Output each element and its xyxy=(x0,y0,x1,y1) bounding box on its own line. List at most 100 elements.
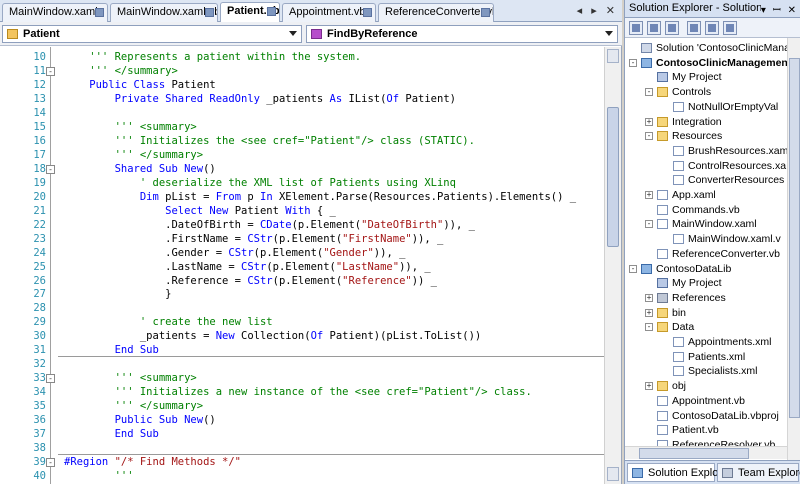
tab-appointment-vb[interactable]: Appointment.vb xyxy=(282,3,376,22)
code-line[interactable]: 14 xyxy=(0,106,604,120)
tree-item[interactable]: Appointments.xml xyxy=(661,335,787,350)
tree-item[interactable]: Commands.vb xyxy=(645,203,787,218)
tree-item[interactable]: Appointment.vb xyxy=(645,394,787,409)
collapse-icon[interactable]: - xyxy=(645,132,653,141)
code-line[interactable]: 25 .LastName = CStr(p.Element("LastName"… xyxy=(0,260,604,274)
collapse-icon[interactable]: - xyxy=(645,323,653,332)
editor-vertical-scrollbar[interactable] xyxy=(604,47,621,484)
tree-item[interactable]: - Controls xyxy=(645,85,787,100)
expand-icon[interactable]: + xyxy=(645,117,653,126)
collapse-icon[interactable]: - xyxy=(46,164,55,174)
expand-icon[interactable]: + xyxy=(645,382,653,391)
tab-patient-vb[interactable]: Patient.vb xyxy=(220,2,280,23)
tree-item[interactable]: - ContosoDataLib xyxy=(629,262,787,277)
code-line[interactable]: 16 ''' Initializes the <see cref="Patien… xyxy=(0,134,604,148)
code-line[interactable]: 33- ''' <summary> xyxy=(0,371,604,385)
collapse-icon[interactable]: - xyxy=(629,264,637,273)
tab-solution-explorer[interactable]: Solution Explo... xyxy=(627,463,728,482)
code-line[interactable]: 35 ''' </summary> xyxy=(0,399,604,413)
code-line[interactable]: 13 Private Shared ReadOnly _patients As … xyxy=(0,92,604,106)
tree-item[interactable]: + References xyxy=(645,291,787,306)
expand-icon[interactable]: + xyxy=(645,308,653,317)
collapse-icon[interactable]: - xyxy=(46,458,55,468)
code-line[interactable]: 22 .DateOfBirth = CDate(p.Element("DateO… xyxy=(0,218,604,232)
tree-item[interactable]: MainWindow.xaml.v xyxy=(661,232,787,247)
member-dropdown[interactable]: FindByReference xyxy=(306,25,618,43)
code-line[interactable]: 38 xyxy=(0,441,604,455)
tree-item[interactable]: + bin xyxy=(645,306,787,321)
code-line[interactable]: 23 .FirstName = CStr(p.Element("FirstNam… xyxy=(0,232,604,246)
view-code-button[interactable] xyxy=(687,21,701,35)
tree-item[interactable]: - ContosoClinicManagemen xyxy=(629,56,787,71)
class-diagram-button[interactable] xyxy=(723,21,737,35)
tab-mainwindow-xaml-vb[interactable]: MainWindow.xaml.vb xyxy=(110,3,218,22)
tree-item[interactable]: ReferenceConverter.vb xyxy=(645,247,787,262)
tree-item[interactable]: - MainWindow.xaml xyxy=(645,217,787,232)
code-line[interactable]: 12 Public Class Patient xyxy=(0,78,604,92)
code-line[interactable]: 29 ' create the new list xyxy=(0,315,604,329)
tab-mainwindow-xaml[interactable]: MainWindow.xaml xyxy=(2,3,108,22)
code-line[interactable]: 36 Public Sub New() xyxy=(0,413,604,427)
tree-item[interactable]: + App.xaml xyxy=(645,188,787,203)
code-line[interactable]: 21 Select New Patient With { _ xyxy=(0,204,604,218)
tree-item[interactable]: ContosoDataLib.vbproj xyxy=(645,409,787,424)
code-line[interactable]: 31 End Sub xyxy=(0,343,604,357)
expand-icon[interactable]: + xyxy=(645,293,653,302)
tree-item[interactable]: My Project xyxy=(645,276,787,291)
tree-item[interactable]: Solution 'ContosoClinicManag xyxy=(629,41,787,56)
tree-item[interactable]: My Project xyxy=(645,70,787,85)
code-line[interactable]: 18- Shared Sub New() xyxy=(0,162,604,176)
tree-item[interactable]: Patient.vb xyxy=(645,423,787,438)
scroll-thumb[interactable] xyxy=(607,107,619,247)
code-line[interactable]: 11- ''' </summary> xyxy=(0,64,604,78)
collapse-icon[interactable]: - xyxy=(46,374,55,384)
tree-item-label: NotNullOrEmptyVal xyxy=(688,100,779,113)
scroll-down-button[interactable] xyxy=(607,467,619,481)
tree-item[interactable]: + obj xyxy=(645,379,787,394)
tree-item[interactable]: Specialists.xml xyxy=(661,364,787,379)
code-line[interactable]: 39- #Region "/* Find Methods */" xyxy=(0,455,604,469)
tree-item[interactable]: NotNullOrEmptyVal xyxy=(661,100,787,115)
code-line[interactable]: 15 ''' <summary> xyxy=(0,120,604,134)
code-line[interactable]: 20 Dim pList = From p In XElement.Parse(… xyxy=(0,190,604,204)
properties-button[interactable] xyxy=(629,21,643,35)
code-text-area[interactable]: 10 ''' Represents a patient within the s… xyxy=(0,47,604,484)
tree-item[interactable]: - Data xyxy=(645,320,787,335)
tree-item[interactable]: ControlResources.xa xyxy=(661,159,787,174)
code-line[interactable]: 10 ''' Represents a patient within the s… xyxy=(0,50,604,64)
code-line[interactable]: 37 End Sub xyxy=(0,427,604,441)
class-dropdown[interactable]: Patient xyxy=(2,25,302,43)
tree-vertical-scrollbar[interactable] xyxy=(787,38,800,460)
code-line[interactable]: 28 xyxy=(0,301,604,315)
tree-item[interactable]: + Integration xyxy=(645,115,787,130)
tree-item[interactable]: - Resources xyxy=(645,129,787,144)
panel-window-controls[interactable]: ▾ ꟷ ✕ xyxy=(760,2,798,16)
tree-item[interactable]: BrushResources.xam xyxy=(661,144,787,159)
code-line[interactable]: 19 ' deserialize the XML list of Patient… xyxy=(0,176,604,190)
tab-referenceconverter-vb[interactable]: ReferenceConverter.vb xyxy=(378,3,494,22)
collapse-icon[interactable]: - xyxy=(645,88,653,97)
collapse-icon[interactable]: - xyxy=(46,66,55,76)
refresh-button[interactable] xyxy=(665,21,679,35)
tab-scroll-close-controls[interactable]: ◂ ▸ ✕ xyxy=(577,4,618,17)
collapse-icon[interactable]: - xyxy=(629,58,637,67)
tree-item[interactable]: Patients.xml xyxy=(661,350,787,365)
scroll-up-button[interactable] xyxy=(607,49,619,63)
code-line[interactable]: 24 .Gender = CStr(p.Element("Gender")), … xyxy=(0,246,604,260)
tree-item[interactable]: ConverterResources xyxy=(661,173,787,188)
tree-horizontal-scrollbar[interactable] xyxy=(625,446,787,459)
show-all-files-button[interactable] xyxy=(647,21,661,35)
view-designer-button[interactable] xyxy=(705,21,719,35)
code-line[interactable]: 30 _patients = New Collection(Of Patient… xyxy=(0,329,604,343)
code-line[interactable]: 34 ''' Initializes a new instance of the… xyxy=(0,385,604,399)
code-line[interactable]: 27 } xyxy=(0,287,604,301)
code-line[interactable]: 32 xyxy=(0,357,604,371)
collapse-icon[interactable]: - xyxy=(645,220,653,229)
scroll-thumb[interactable] xyxy=(789,58,800,418)
code-line[interactable]: 40 ''' xyxy=(0,469,604,483)
code-line[interactable]: 26 .Reference = CStr(p.Element("Referenc… xyxy=(0,274,604,288)
scroll-thumb[interactable] xyxy=(639,448,749,459)
expand-icon[interactable]: + xyxy=(645,191,653,199)
code-line[interactable]: 17 ''' </summary> xyxy=(0,148,604,162)
tab-team-explorer[interactable]: Team Explorer xyxy=(717,463,800,482)
